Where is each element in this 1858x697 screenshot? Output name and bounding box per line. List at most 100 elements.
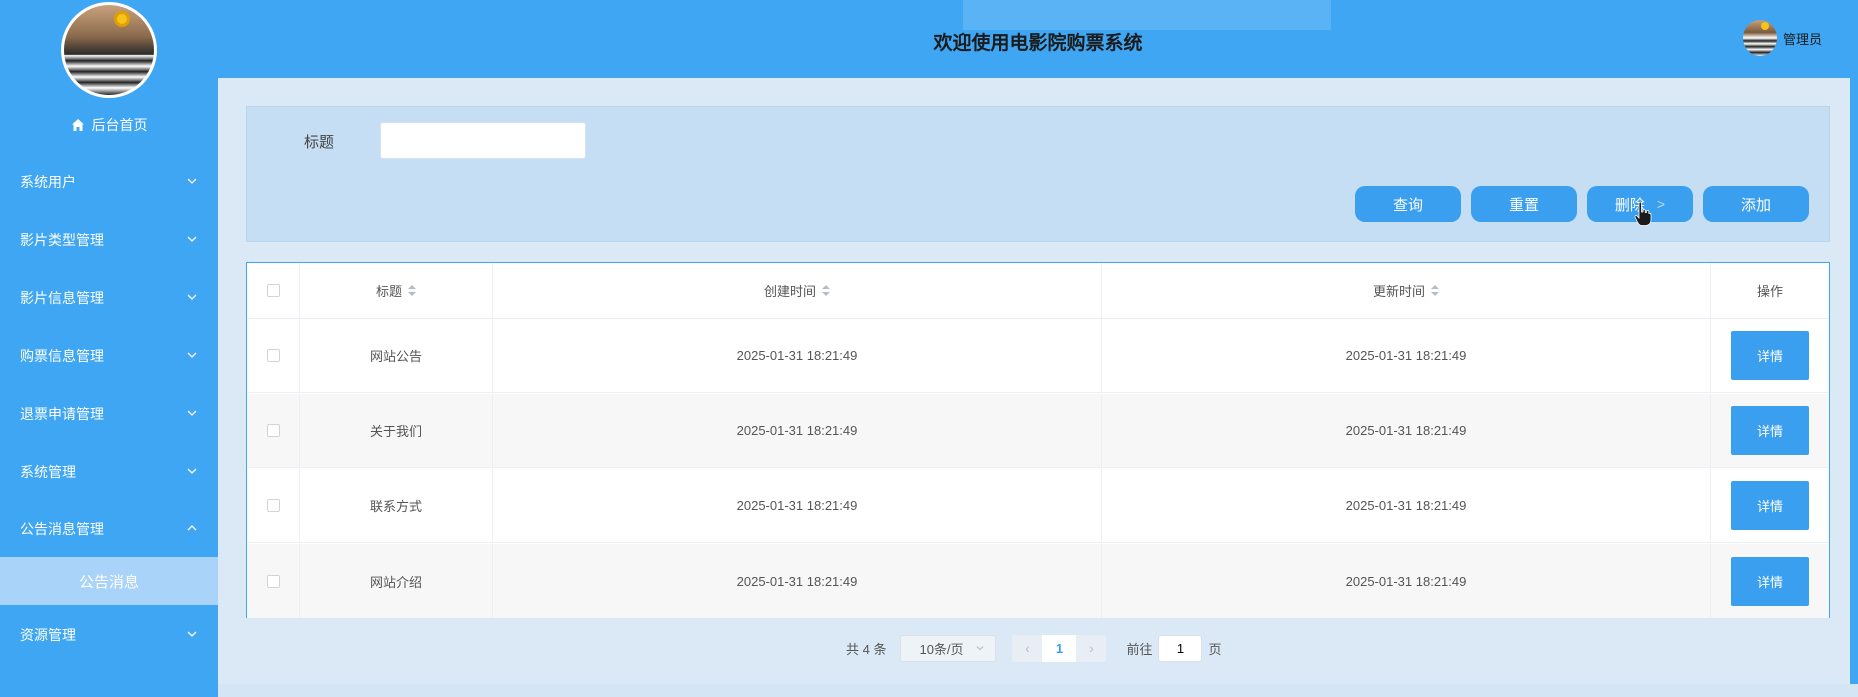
sidebar-item-label: 资源管理 bbox=[20, 627, 76, 643]
next-page-icon[interactable]: › bbox=[1076, 640, 1106, 656]
row-checkbox[interactable] bbox=[266, 349, 280, 362]
row-checkbox-cell bbox=[247, 469, 300, 542]
table-row: 网站公告 2025-01-31 18:21:49 2025-01-31 18:2… bbox=[247, 319, 1829, 393]
prev-page-icon[interactable]: ‹ bbox=[1012, 640, 1042, 656]
top-header: 欢迎使用电影院购票系统 管理员 bbox=[218, 0, 1858, 78]
column-header-label: 更新时间 bbox=[1372, 284, 1425, 299]
avatar bbox=[1742, 20, 1777, 56]
cell-title: 网站公告 bbox=[300, 319, 493, 392]
detail-button[interactable]: 详情 bbox=[1731, 556, 1809, 606]
column-header-actions: 操作 bbox=[1711, 263, 1829, 318]
row-checkbox-cell bbox=[247, 394, 300, 467]
chevron-down-icon bbox=[187, 178, 197, 184]
chevron-up-icon bbox=[187, 525, 197, 531]
sidebar: 后台首页 系统用户 影片类型管理 影片信息管理 购票信息管理 退票申请管理 系统… bbox=[0, 0, 218, 697]
row-checkbox[interactable] bbox=[266, 424, 280, 437]
cell-title: 联系方式 bbox=[300, 469, 493, 542]
sidebar-item-system-management[interactable]: 系统管理 bbox=[0, 457, 218, 487]
cell-created: 2025-01-31 18:21:49 bbox=[493, 319, 1102, 392]
sort-icon[interactable] bbox=[822, 284, 830, 297]
title-filter-input[interactable] bbox=[380, 122, 586, 159]
hand-pointer-cursor-icon bbox=[1634, 201, 1652, 226]
header-checkbox-cell bbox=[247, 263, 300, 318]
pagination-total: 共 4 条 bbox=[846, 641, 887, 657]
announcement-table: 标题 创建时间 更新时间 操作 网站公告 2025-01-31 18:21:49… bbox=[246, 262, 1830, 618]
sidebar-item-system-users[interactable]: 系统用户 bbox=[0, 167, 218, 197]
sort-icon[interactable] bbox=[1431, 284, 1439, 297]
sidebar-item-label: 购票信息管理 bbox=[20, 348, 104, 364]
cell-updated: 2025-01-31 18:21:49 bbox=[1102, 394, 1711, 467]
column-header-title[interactable]: 标题 bbox=[300, 263, 493, 318]
sidebar-item-label: 退票申请管理 bbox=[20, 406, 104, 422]
user-name: 管理员 bbox=[1782, 31, 1822, 47]
goto-page-input[interactable] bbox=[1158, 634, 1203, 662]
bottom-strip bbox=[218, 684, 1858, 697]
header-overlay bbox=[963, 0, 1331, 30]
column-header-created[interactable]: 创建时间 bbox=[493, 263, 1102, 318]
user-menu[interactable]: 管理员 bbox=[1742, 20, 1822, 56]
column-header-label: 标题 bbox=[375, 284, 402, 299]
cell-updated: 2025-01-31 18:21:49 bbox=[1102, 544, 1711, 618]
sidebar-item-label: 系统用户 bbox=[20, 174, 76, 190]
cell-title: 关于我们 bbox=[300, 394, 493, 467]
chevron-down-icon bbox=[187, 410, 197, 416]
page-size-value: 10条/页 bbox=[919, 641, 964, 657]
right-edge-strip bbox=[1850, 78, 1858, 697]
column-header-label: 创建时间 bbox=[763, 284, 816, 299]
sunflower-decoration bbox=[114, 11, 130, 27]
cell-updated: 2025-01-31 18:21:49 bbox=[1102, 319, 1711, 392]
sidebar-item-announcements[interactable]: 公告消息管理 bbox=[0, 514, 218, 544]
delete-arrow-icon: > bbox=[1656, 196, 1666, 212]
sidebar-item-label: 影片类型管理 bbox=[20, 232, 104, 248]
cell-actions: 详情 bbox=[1711, 319, 1829, 392]
sidebar-item-label: 公告消息管理 bbox=[20, 521, 104, 537]
goto-suffix: 页 bbox=[1208, 641, 1222, 657]
sidebar-item-resources[interactable]: 资源管理 bbox=[0, 620, 218, 650]
sidebar-home-link[interactable]: 后台首页 bbox=[0, 113, 218, 137]
chevron-down-icon bbox=[187, 236, 197, 242]
reset-button[interactable]: 重置 bbox=[1471, 186, 1577, 222]
page-title: 欢迎使用电影院购票系统 bbox=[933, 33, 1143, 54]
query-button[interactable]: 查询 bbox=[1355, 186, 1461, 222]
sidebar-item-ticket-info[interactable]: 购票信息管理 bbox=[0, 341, 218, 371]
cell-created: 2025-01-31 18:21:49 bbox=[493, 469, 1102, 542]
cell-actions: 详情 bbox=[1711, 394, 1829, 467]
sidebar-subitem-announcement-messages[interactable]: 公告消息 bbox=[0, 557, 218, 605]
cell-actions: 详情 bbox=[1711, 544, 1829, 618]
table-header: 标题 创建时间 更新时间 操作 bbox=[247, 263, 1829, 319]
table-row: 关于我们 2025-01-31 18:21:49 2025-01-31 18:2… bbox=[247, 394, 1829, 468]
table-row: 网站介绍 2025-01-31 18:21:49 2025-01-31 18:2… bbox=[247, 544, 1829, 618]
sidebar-item-label: 影片信息管理 bbox=[20, 290, 104, 306]
select-all-checkbox[interactable] bbox=[266, 284, 280, 297]
cell-created: 2025-01-31 18:21:49 bbox=[493, 394, 1102, 467]
row-checkbox[interactable] bbox=[266, 499, 280, 512]
sort-icon[interactable] bbox=[408, 284, 416, 297]
page-number[interactable]: 1 bbox=[1042, 634, 1077, 662]
table-row: 联系方式 2025-01-31 18:21:49 2025-01-31 18:2… bbox=[247, 469, 1829, 543]
detail-button[interactable]: 详情 bbox=[1731, 331, 1809, 380]
chevron-down-icon bbox=[187, 352, 197, 358]
sidebar-item-movie-types[interactable]: 影片类型管理 bbox=[0, 225, 218, 255]
add-button[interactable]: 添加 bbox=[1703, 186, 1809, 222]
chevron-down-icon bbox=[187, 468, 197, 474]
detail-button[interactable]: 详情 bbox=[1731, 481, 1809, 530]
chevron-down-icon bbox=[187, 294, 197, 300]
sidebar-avatar bbox=[61, 2, 157, 98]
page-size-select[interactable]: 10条/页 bbox=[900, 634, 997, 662]
cell-created: 2025-01-31 18:21:49 bbox=[493, 544, 1102, 618]
sidebar-item-movie-info[interactable]: 影片信息管理 bbox=[0, 283, 218, 313]
page-nav: ‹ 1 › bbox=[1012, 634, 1107, 662]
pagination: 共 4 条 10条/页 ‹ 1 › 前往 页 bbox=[846, 634, 1222, 662]
sidebar-home-label: 后台首页 bbox=[91, 117, 148, 133]
detail-button[interactable]: 详情 bbox=[1731, 406, 1809, 455]
cell-actions: 详情 bbox=[1711, 469, 1829, 542]
sidebar-item-refund-requests[interactable]: 退票申请管理 bbox=[0, 399, 218, 429]
sidebar-item-label: 系统管理 bbox=[20, 464, 76, 480]
cell-title: 网站介绍 bbox=[300, 544, 493, 618]
row-checkbox-cell bbox=[247, 319, 300, 392]
column-header-updated[interactable]: 更新时间 bbox=[1102, 263, 1711, 318]
home-icon bbox=[71, 119, 84, 131]
cell-updated: 2025-01-31 18:21:49 bbox=[1102, 469, 1711, 542]
row-checkbox[interactable] bbox=[266, 574, 280, 588]
avatar-image bbox=[64, 5, 154, 95]
